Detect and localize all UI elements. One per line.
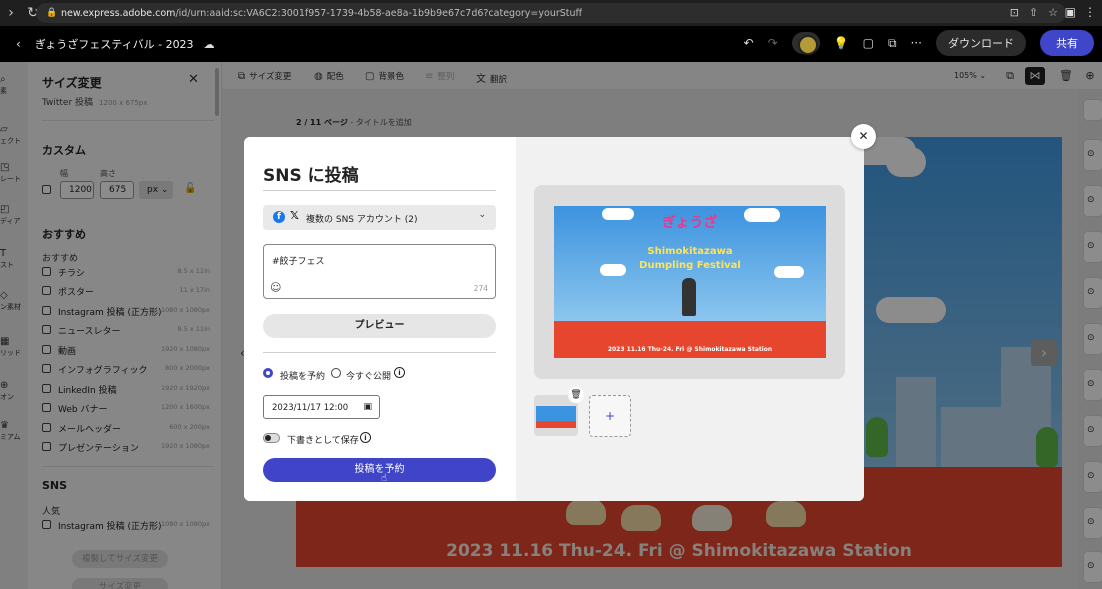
close-dialog-icon[interactable]: ✕ [851, 124, 876, 149]
schedule-label: 投稿を予約 [280, 372, 326, 382]
save-draft-toggle[interactable] [263, 433, 280, 443]
dialog-preview: ぎょうざ Shimokitazawa Dumpling Festival 202… [516, 137, 864, 501]
info-icon[interactable]: i [394, 367, 405, 378]
lightbulb-icon[interactable]: 💡 [834, 36, 849, 50]
calendar-icon[interactable]: ▣ [363, 402, 372, 412]
preview-button[interactable]: プレビュー [263, 314, 496, 338]
install-icon[interactable]: ⊡ [1010, 6, 1019, 19]
comment-icon[interactable]: ▢ [863, 36, 874, 50]
account-selector[interactable]: f 𝕏 複数の SNS アカウント (2) ⌄ [263, 205, 496, 230]
undo-icon[interactable]: ↶ [744, 36, 754, 50]
lock-icon: 🔒 [46, 8, 58, 18]
schedule-post-label: 投稿を予約 [354, 464, 405, 475]
preview-caption: 2023 11.16 Thu-24. Fri @ Shimokitazawa S… [607, 346, 773, 353]
facebook-icon: f [273, 211, 285, 223]
trash-icon[interactable]: 🗑 [568, 387, 584, 403]
download-button[interactable]: ダウンロード [936, 30, 1026, 56]
divider [263, 190, 496, 191]
post-preview-image: ぎょうざ Shimokitazawa Dumpling Festival 202… [554, 206, 826, 358]
more-icon[interactable]: ··· [911, 36, 922, 50]
cloud-icon: ☁ [203, 37, 215, 51]
schedule-post-button[interactable]: 投稿を予約 ☝ [263, 458, 496, 484]
back-icon[interactable]: ‹ [16, 37, 21, 51]
sidebar-toggle-icon[interactable]: ▣ [1065, 5, 1076, 19]
url-text: new.express.adobe.com/id/urn:aaid:sc:VA6… [61, 7, 583, 19]
post-text-input[interactable]: #餃子フェス ☺ 274 [263, 244, 496, 299]
post-to-social-dialog: SNS に投稿 f 𝕏 複数の SNS アカウント (2) ⌄ #餃子フェス ☺… [244, 137, 864, 501]
x-icon: 𝕏 [290, 209, 299, 222]
preview-character [682, 278, 696, 316]
browser-toolbar: › ↻ 🔒 new.express.adobe.com/id/urn:aaid:… [0, 0, 1102, 26]
preview-cloud [602, 208, 634, 220]
redo-icon[interactable]: ↷ [768, 36, 778, 50]
datetime-value: 2023/11/17 12:00 [272, 403, 349, 413]
schedule-radio[interactable] [263, 368, 273, 378]
divider [263, 352, 496, 353]
document-title[interactable]: ぎょうざフェスティバル - 2023 [35, 36, 194, 52]
character-count: 274 [473, 284, 488, 293]
preview-logo: ぎょうざ [662, 215, 718, 231]
preview-title-2: Dumpling Festival [639, 260, 741, 271]
add-image-button[interactable]: + [589, 395, 631, 437]
publish-now-label: 今すぐ公開 [346, 372, 392, 382]
info-icon[interactable]: i [360, 432, 371, 443]
publish-now-radio[interactable] [331, 368, 341, 378]
schedule-datetime-input[interactable]: 2023/11/17 12:00 ▣ [263, 395, 380, 419]
thumbnail-image [536, 406, 576, 428]
bookmark-star-icon[interactable]: ☆ [1048, 6, 1058, 19]
post-preview-card: ぎょうざ Shimokitazawa Dumpling Festival 202… [534, 185, 845, 379]
app-header: ‹ ぎょうざフェスティバル - 2023 ☁ ↶ ↷ 💡 ▢ ⧉ ··· ダウン… [0, 26, 1102, 62]
account-selector-label: 複数の SNS アカウント (2) [306, 215, 418, 225]
address-bar[interactable]: 🔒 new.express.adobe.com/id/urn:aaid:sc:V… [36, 3, 1066, 23]
collaborator-avatar[interactable] [791, 32, 820, 55]
share-page-icon[interactable]: ⇧ [1029, 6, 1038, 19]
share-button[interactable]: 共有 [1040, 30, 1094, 56]
forward-icon[interactable]: › [0, 5, 22, 21]
plus-icon: + [604, 409, 616, 423]
emoji-icon[interactable]: ☺ [270, 281, 281, 294]
chevron-down-icon: ⌄ [478, 210, 486, 220]
dialog-title: SNS に投稿 [263, 166, 359, 186]
preview-title-1: Shimokitazawa [647, 246, 733, 257]
pointer-cursor-icon: ☝ [381, 473, 388, 484]
post-text: #餃子フェス [272, 257, 325, 267]
save-draft-label: 下書きとして保存 [287, 436, 359, 446]
browser-menu-icon[interactable]: ⋮ [1084, 5, 1096, 19]
preview-cloud [744, 208, 780, 222]
link-icon[interactable]: ⧉ [888, 36, 897, 51]
dialog-form: SNS に投稿 f 𝕏 複数の SNS アカウント (2) ⌄ #餃子フェス ☺… [244, 137, 516, 501]
